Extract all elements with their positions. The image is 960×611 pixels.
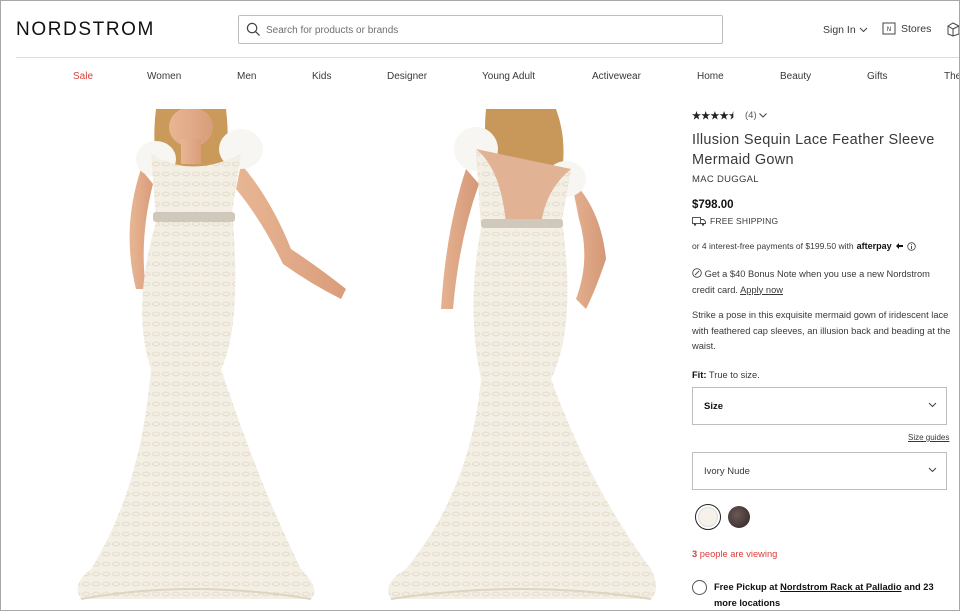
page: NORDSTROM Sign In N Stores Sale Women Me… <box>0 0 960 611</box>
svg-text:N: N <box>887 26 892 33</box>
nav-item-home[interactable]: Home <box>697 71 724 82</box>
afterpay-logo: afterpay <box>856 241 892 251</box>
store-icon: N <box>882 22 896 35</box>
bonus-text: Get a $40 Bonus Note when you use a new … <box>692 269 930 295</box>
pickup-option[interactable]: Free Pickup at Nordstrom Rack at Palladi… <box>692 579 949 610</box>
color-dropdown-value: Ivory Nude <box>704 465 750 477</box>
main-nav: Sale Women Men Kids Designer Young Adult… <box>1 71 959 87</box>
size-guides-link[interactable]: Size guides <box>908 433 949 442</box>
chevron-down-icon <box>928 467 937 473</box>
afterpay-text: or 4 interest-free payments of $199.50 w… <box>692 241 854 251</box>
pickup-text-prefix: Free Pickup at <box>714 582 778 592</box>
afterpay-info: or 4 interest-free payments of $199.50 w… <box>692 241 916 251</box>
shopping-bag-icon[interactable] <box>946 21 960 37</box>
search-icon <box>246 22 261 37</box>
sign-in-button[interactable]: Sign In <box>823 24 868 36</box>
fit-value: True to size. <box>708 370 760 380</box>
nav-item-designer[interactable]: Designer <box>387 71 427 82</box>
nav-item-the[interactable]: The <box>944 71 959 82</box>
swatch-fill <box>698 507 718 527</box>
nav-item-beauty[interactable]: Beauty <box>780 71 811 82</box>
nav-item-sale[interactable]: Sale <box>73 71 93 82</box>
apply-now-link[interactable]: Apply now <box>740 285 783 295</box>
chevron-down-icon <box>859 27 868 33</box>
search-bar[interactable] <box>238 15 723 44</box>
sign-in-label: Sign In <box>823 24 856 36</box>
product-price: $798.00 <box>692 199 734 211</box>
truck-icon <box>692 216 706 226</box>
color-swatch-dark[interactable] <box>726 504 752 530</box>
color-swatch-ivory-nude[interactable] <box>695 504 721 530</box>
star-rating-icon <box>692 111 734 120</box>
fit-info: Fit: True to size. <box>692 370 760 380</box>
rating[interactable]: (4) <box>692 110 767 121</box>
nav-item-activewear[interactable]: Activewear <box>592 71 641 82</box>
product-title: Illusion Sequin Lace Feather Sleeve Merm… <box>692 132 935 168</box>
bonus-note: Get a $40 Bonus Note when you use a new … <box>692 267 954 298</box>
pickup-text: Free Pickup at Nordstrom Rack at Palladi… <box>714 579 949 610</box>
size-dropdown-label: Size <box>704 400 724 412</box>
nav-item-women[interactable]: Women <box>147 71 181 82</box>
nav-item-kids[interactable]: Kids <box>312 71 331 82</box>
pickup-store-link[interactable]: Nordstrom Rack at Palladio <box>780 582 901 592</box>
product-brand[interactable]: MAC DUGGAL <box>692 174 759 185</box>
color-dropdown[interactable]: Ivory Nude <box>692 452 947 490</box>
fit-label: Fit: <box>692 370 707 380</box>
shipping-label: FREE SHIPPING <box>710 216 779 226</box>
credit-card-icon <box>692 268 702 278</box>
nordstrom-logo[interactable]: NORDSTROM <box>16 19 155 41</box>
chevron-down-icon <box>928 402 937 408</box>
chevron-down-icon <box>758 113 767 118</box>
product-image-front[interactable] <box>61 109 361 609</box>
viewers-number: 3 <box>692 549 698 559</box>
search-input[interactable] <box>266 20 706 40</box>
rating-count: (4) <box>745 110 757 121</box>
nav-item-gifts[interactable]: Gifts <box>867 71 888 82</box>
product-image-back[interactable] <box>381 109 671 609</box>
nav-item-men[interactable]: Men <box>237 71 256 82</box>
product-description: Strike a pose in this exquisite mermaid … <box>692 310 951 351</box>
stores-link[interactable]: N Stores <box>882 22 931 35</box>
header-divider <box>16 57 959 58</box>
swatch-fill <box>728 506 750 528</box>
stores-label: Stores <box>901 22 932 35</box>
info-icon[interactable] <box>906 241 916 251</box>
size-dropdown[interactable]: Size <box>692 387 947 425</box>
viewers-count: 3 people are viewing <box>692 549 777 559</box>
afterpay-arrows-icon <box>895 243 903 249</box>
nav-item-young-adult[interactable]: Young Adult <box>482 71 535 82</box>
pickup-radio[interactable] <box>692 580 707 595</box>
free-shipping: FREE SHIPPING <box>692 216 778 226</box>
viewers-text: people are viewing <box>699 549 778 559</box>
